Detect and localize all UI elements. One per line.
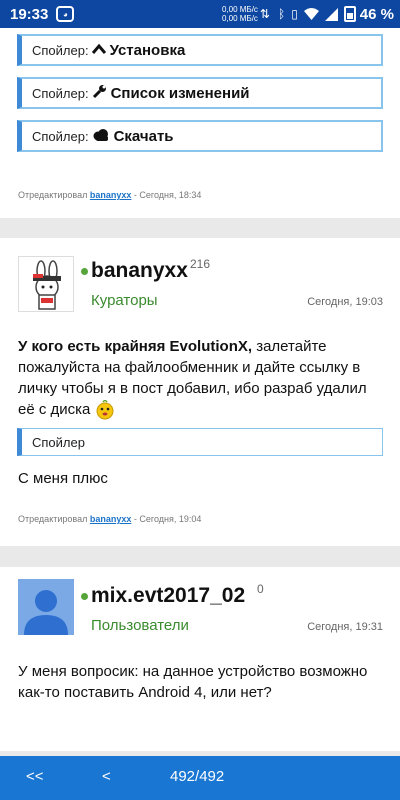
post-count: 0 xyxy=(257,582,264,596)
post-date: Сегодня, 19:03 xyxy=(307,296,383,308)
spoiler-label: Спойлер: xyxy=(32,85,89,101)
edited-prefix: Отредактировал xyxy=(18,190,88,200)
user-group: Кураторы xyxy=(91,292,158,309)
online-indicator xyxy=(81,593,88,600)
edited-time: - Сегодня, 19:04 xyxy=(133,514,202,524)
spoiler-label: Спойлер: xyxy=(32,42,89,58)
speed-down: 0,00 МБ/с xyxy=(221,14,258,23)
username[interactable]: mix.evt2017_02 xyxy=(91,584,245,608)
spoiler-title: Установка xyxy=(109,41,186,59)
bluetooth-icon: ᛒ xyxy=(277,7,286,21)
online-indicator xyxy=(81,268,88,275)
spoiler-label: Спойлер xyxy=(32,434,85,450)
default-user-icon xyxy=(18,579,74,635)
wrench-icon xyxy=(92,84,107,103)
battery-percent: 46 % xyxy=(359,5,394,23)
edited-user-link[interactable]: bananyxx xyxy=(90,514,132,524)
spoiler-changelog[interactable]: Спойлер: Список изменений xyxy=(17,77,383,109)
edited-user-link[interactable]: bananyxx xyxy=(90,190,132,200)
post-card: mix.evt2017_02 0 Пользователи Сегодня, 1… xyxy=(0,567,400,751)
post-date: Сегодня, 19:31 xyxy=(307,621,383,633)
network-speed: 0,00 МБ/с 0,00 МБ/с xyxy=(222,5,258,23)
edited-note: Отредактировал bananyxx - Сегодня, 19:04 xyxy=(18,514,201,524)
cloud-icon xyxy=(92,128,110,145)
signal-icon xyxy=(324,7,338,21)
smiley-icon xyxy=(95,398,115,420)
edited-prefix: Отредактировал xyxy=(18,514,88,524)
spoiler-collapsed[interactable]: Спойлер xyxy=(17,428,383,456)
edited-note: Отредактировал bananyxx - Сегодня, 18:34 xyxy=(18,190,201,200)
spoiler-label: Спойлер: xyxy=(32,128,89,144)
username[interactable]: bananyxx xyxy=(91,259,188,283)
spoiler-download[interactable]: Спойлер: Скачать xyxy=(17,120,383,152)
post-card: bananyxx 216 Кураторы Сегодня, 19:03 У к… xyxy=(0,238,400,546)
spoiler-title: Скачать xyxy=(113,127,174,145)
post-text-bold: У кого есть крайняя EvolutionX, xyxy=(18,338,253,355)
speed-up: 0,00 МБ/с xyxy=(221,5,258,14)
status-bar: 19:33 ◕ 0,00 МБ/с 0,00 МБ/с ⇅ ᛒ ▯ 46 % xyxy=(0,0,400,28)
prev-page-button[interactable]: < xyxy=(102,768,111,785)
post-count: 216 xyxy=(190,257,211,271)
post-text: У кого есть крайняя EvolutionX, залетайт… xyxy=(18,336,384,420)
edited-time: - Сегодня, 18:34 xyxy=(133,190,202,200)
updown-arrows-icon: ⇅ xyxy=(259,7,270,21)
page-indicator[interactable]: 492/492 xyxy=(170,768,224,785)
spoiler-install[interactable]: Спойлер: Установка xyxy=(17,34,383,66)
chevron-up-icon xyxy=(91,42,106,59)
user-group: Пользователи xyxy=(91,617,189,634)
pager-bar: << < 492/492 xyxy=(0,756,400,800)
app-notification-icon: ◕ xyxy=(56,6,75,22)
vibrate-icon: ▯ xyxy=(291,7,298,21)
spoiler-title: Список изменений xyxy=(110,84,250,102)
wifi-icon xyxy=(303,8,319,20)
post-text: У меня вопросик: на данное устройство во… xyxy=(18,663,368,701)
avatar[interactable] xyxy=(18,579,74,635)
first-page-button[interactable]: << xyxy=(26,768,44,785)
post-text-secondary: С меня плюс xyxy=(18,470,108,487)
battery-icon xyxy=(343,6,356,22)
avatar[interactable] xyxy=(18,256,74,312)
status-time: 19:33 xyxy=(10,5,49,23)
post-card: Спойлер: Установка Спойлер: Список измен… xyxy=(0,28,400,218)
bunny-avatar-icon xyxy=(19,257,73,311)
